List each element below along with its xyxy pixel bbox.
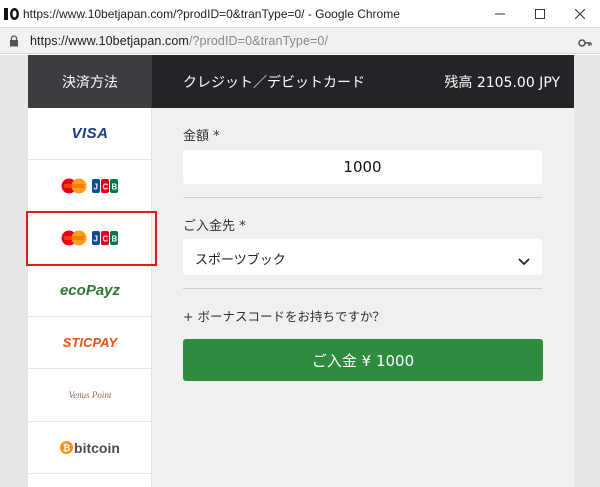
- key-icon[interactable]: [578, 34, 592, 53]
- svg-text:B: B: [112, 182, 118, 191]
- close-icon: [575, 9, 585, 19]
- window-title: https://www.10betjapan.com/?prodID=0&tra…: [23, 6, 400, 21]
- deposit-submit-label: ご入金 ¥ 1000: [311, 351, 415, 370]
- payment-method-header: 決済方法: [28, 55, 152, 108]
- visa-logo-icon: VISA: [71, 125, 109, 142]
- sidebar-item-bitcoin[interactable]: ₿ bitcoin: [28, 422, 152, 474]
- chevron-down-icon: [518, 251, 530, 270]
- bitcoin-label: bitcoin: [74, 439, 120, 456]
- divider: [183, 197, 542, 198]
- payment-method-sidebar: VISA J C B J C B ecoPayz STICPAY Venus P…: [28, 108, 152, 487]
- svg-text:J: J: [94, 182, 98, 191]
- amount-input[interactable]: 1000: [183, 150, 542, 184]
- mastercard-jcb-logo-icon: J C B: [61, 178, 118, 193]
- page-background: 決済方法 クレジット／デビットカード 残高 2105.00 JPY VISA J: [0, 55, 600, 487]
- destination-label: ご入金先 *: [183, 219, 246, 234]
- browser-title-bar: https://www.10betjapan.com/?prodID=0&tra…: [0, 0, 600, 28]
- sidebar-item-sticpay[interactable]: STICPAY: [28, 317, 152, 369]
- balance-display: 残高 2105.00 JPY: [444, 75, 560, 91]
- site-favicon-icon: [4, 6, 20, 22]
- selected-method-title: クレジット／デビットカード: [183, 75, 365, 91]
- destination-select[interactable]: スポーツブック: [183, 239, 542, 275]
- minimize-icon: [495, 13, 505, 15]
- sticpay-logo-icon: STICPAY: [62, 335, 118, 350]
- destination-value: スポーツブック: [195, 253, 286, 268]
- maximize-button[interactable]: [520, 0, 560, 28]
- sidebar-item-visa[interactable]: VISA: [28, 108, 152, 160]
- deposit-submit-button[interactable]: ご入金 ¥ 1000: [183, 339, 543, 381]
- url-text[interactable]: https://www.10betjapan.com/?prodID=0&tra…: [30, 34, 328, 48]
- address-bar[interactable]: https://www.10betjapan.com/?prodID=0&tra…: [0, 28, 600, 54]
- close-window-button[interactable]: [560, 0, 600, 28]
- sidebar-item-ecopayz[interactable]: ecoPayz: [28, 265, 152, 317]
- maximize-icon: [535, 9, 545, 19]
- bitcoin-coin-icon: ₿: [60, 441, 74, 454]
- payment-method-label: 決済方法: [62, 74, 118, 91]
- amount-label: 金額 *: [183, 129, 220, 144]
- url-path: /?prodID=0&tranType=0/: [188, 33, 329, 48]
- bonus-code-link[interactable]: + ボーナスコードをお持ちですか？: [183, 306, 385, 325]
- lock-icon: [9, 34, 21, 48]
- selection-highlight: [26, 211, 157, 266]
- venuspoint-logo-icon: Venus Point: [68, 390, 112, 400]
- divider: [183, 288, 542, 289]
- deposit-header: クレジット／デビットカード 残高 2105.00 JPY: [152, 55, 574, 108]
- ecopayz-logo-icon: ecoPayz: [59, 282, 121, 299]
- bitcoin-logo-icon: ₿ bitcoin: [60, 440, 120, 456]
- svg-text:C: C: [103, 182, 109, 191]
- amount-value: 1000: [343, 158, 382, 176]
- deposit-panel: 決済方法 クレジット／デビットカード 残高 2105.00 JPY VISA J: [28, 55, 574, 487]
- minimize-button[interactable]: [480, 0, 520, 28]
- url-host: https://www.10betjapan.com: [30, 33, 189, 48]
- sidebar-item-mastercard-jcb-1[interactable]: J C B: [28, 160, 152, 212]
- sidebar-item-venuspoint[interactable]: Venus Point: [28, 369, 152, 422]
